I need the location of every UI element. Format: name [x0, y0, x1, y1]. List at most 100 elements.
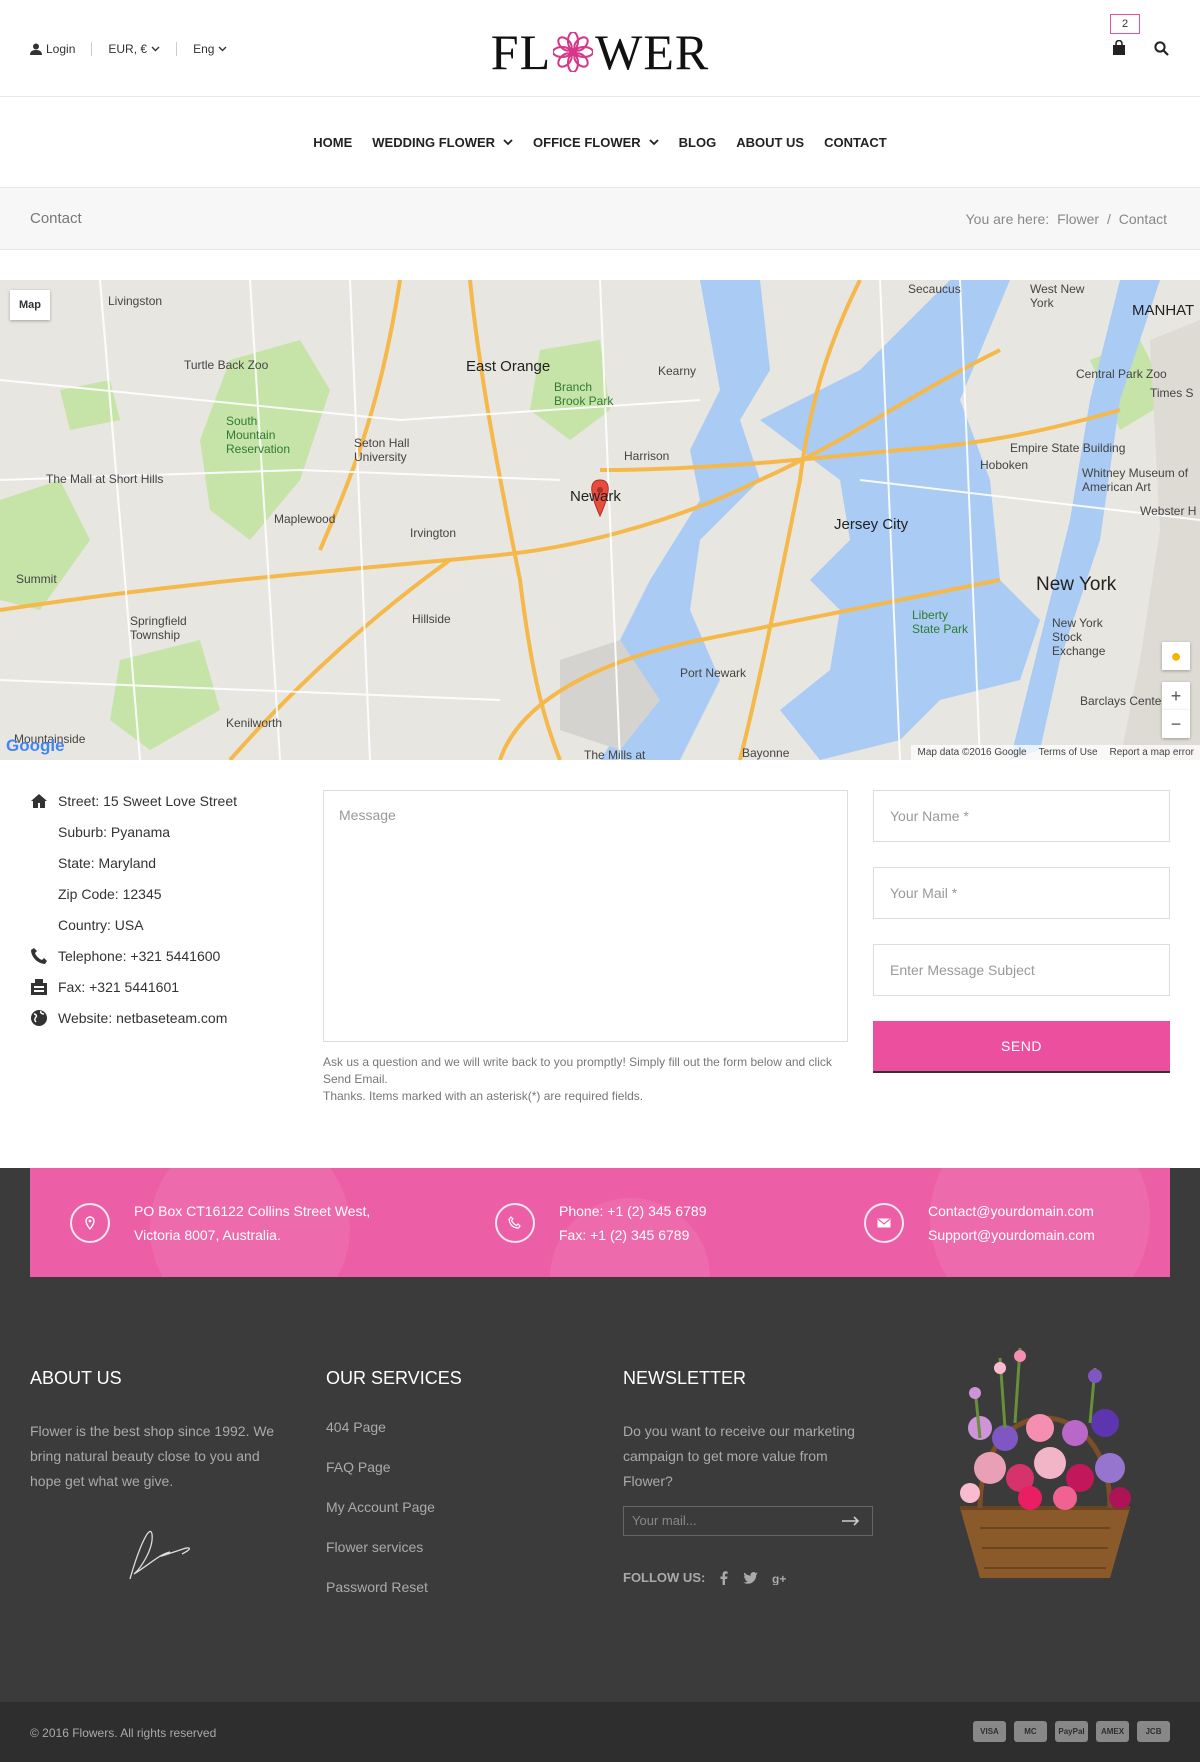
mastercard-icon: MC	[1014, 1721, 1047, 1742]
svg-text:g+: g+	[772, 1572, 786, 1585]
copyright: © 2016 Flowers. All rights reserved	[30, 1726, 217, 1740]
map-label: Jersey City	[834, 516, 909, 533]
currency-select[interactable]: EUR, €	[108, 42, 160, 56]
nav-item-about-us[interactable]: ABOUT US	[736, 135, 804, 150]
phone-icon	[495, 1202, 535, 1243]
info-country: Country: USA	[30, 914, 290, 945]
nav-label: OFFICE FLOWER	[533, 134, 641, 150]
visa-icon: VISA	[973, 1721, 1006, 1742]
about-text: Flower is the best shop since 1992. We b…	[30, 1423, 275, 1489]
nav-label: WEDDING FLOWER	[372, 134, 496, 150]
shopping-bag-icon[interactable]	[1112, 40, 1126, 55]
fax-line: Fax: +1 (2) 345 6789	[559, 1226, 690, 1243]
email-line[interactable]: Support@yourdomain.com	[928, 1223, 1095, 1247]
form-note-line: Thanks. Items marked with an asterisk(*)…	[323, 1089, 644, 1103]
map-label: Webster H	[1140, 504, 1197, 518]
map-label: Bayonne	[742, 746, 790, 760]
map-label: Branch Brook Park	[554, 380, 614, 408]
flower-logo-icon	[553, 32, 594, 72]
envelope-icon	[864, 1202, 904, 1243]
email-line[interactable]: Contact@yourdomain.com	[928, 1199, 1095, 1223]
fax-icon	[31, 979, 47, 995]
map-label: East Orange	[466, 358, 551, 375]
map-label: Irvington	[410, 526, 457, 540]
breadcrumb-separator: /	[1106, 211, 1111, 227]
breadcrumb-home-link[interactable]: Flower	[1057, 211, 1099, 227]
terms-of-use-link[interactable]: Terms of Use	[1039, 747, 1098, 758]
service-link[interactable]: Flower services	[326, 1539, 576, 1579]
main-nav: HOME WEDDING FLOWER OFFICE FLOWER BLOG A…	[0, 97, 1200, 188]
subject-field[interactable]: Enter Message Subject	[873, 944, 1170, 996]
twitter-icon[interactable]	[743, 1571, 759, 1584]
map-label: New York	[1036, 574, 1117, 595]
search-icon[interactable]	[1154, 41, 1169, 56]
info-zip: Zip Code: 12345	[30, 883, 290, 914]
breadcrumb-prefix: You are here:	[965, 211, 1050, 227]
map-type-button[interactable]: Map	[10, 290, 50, 320]
report-map-error-link[interactable]: Report a map error	[1110, 747, 1194, 758]
service-link[interactable]: 404 Page	[326, 1419, 576, 1459]
map-label: Springfield Township	[130, 614, 187, 642]
message-textarea[interactable]: Message	[323, 790, 848, 1042]
facebook-icon[interactable]	[719, 1570, 729, 1585]
contact-info: Street: 15 Sweet Love Street Suburb: Pya…	[30, 790, 290, 1038]
google-plus-icon[interactable]: g+	[772, 1571, 787, 1585]
zoom-in-button[interactable]: +	[1162, 682, 1190, 710]
info-text: Suburb: Pyanama	[58, 824, 171, 840]
arrow-right-icon[interactable]	[842, 1516, 860, 1526]
nav-item-home[interactable]: HOME	[313, 135, 352, 150]
amex-icon: AMEX	[1096, 1721, 1129, 1742]
map-label: Seton Hall University	[354, 436, 410, 464]
follow-label: FOLLOW US:	[623, 1570, 706, 1585]
currency-value: EUR, €	[108, 42, 148, 56]
chevron-down-icon	[649, 138, 659, 145]
newsletter-input[interactable]: Your mail...	[623, 1506, 873, 1536]
breadcrumb-current: Contact	[1118, 211, 1167, 227]
service-link[interactable]: Password Reset	[326, 1579, 576, 1619]
address-line: PO Box CT16122 Collins Street West,	[134, 1202, 371, 1219]
nav-item-office-flower[interactable]: OFFICE FLOWER	[533, 135, 659, 150]
login-link[interactable]: Login	[30, 42, 75, 56]
zoom-out-button[interactable]: −	[1162, 710, 1190, 738]
footer-heading: NEWSLETTER	[623, 1368, 747, 1388]
google-logo: Google	[6, 736, 65, 755]
home-icon	[31, 794, 47, 808]
nav-item-blog[interactable]: BLOG	[679, 135, 717, 150]
footer-email: Contact@yourdomain.com Support@yourdomain…	[864, 1168, 1095, 1277]
map-label: Secaucus	[908, 282, 961, 296]
info-text: Telephone: +321 5441600	[58, 948, 221, 964]
nav-item-wedding-flower[interactable]: WEDDING FLOWER	[372, 135, 513, 150]
phone-icon	[31, 948, 47, 964]
pegman-icon[interactable]: ●	[1162, 642, 1190, 670]
email-field[interactable]: Your Mail *	[873, 867, 1170, 919]
footer-heading: ABOUT US	[30, 1368, 122, 1388]
paypal-icon: PayPal	[1055, 1721, 1088, 1742]
map-label: Hoboken	[980, 458, 1029, 472]
google-map[interactable]: Map Livingston Turtle Back Zoo East Oran…	[0, 280, 1200, 760]
language-select[interactable]: Eng	[193, 42, 227, 56]
map-label: Whitney Museum of American Art	[1082, 466, 1189, 494]
footer-address: PO Box CT16122 Collins Street West, Victo…	[70, 1168, 370, 1277]
site-logo[interactable]: FL WER	[490, 24, 710, 80]
nav-item-contact[interactable]: CONTACT	[824, 135, 887, 150]
chevron-down-icon	[218, 46, 227, 52]
nav-label: BLOG	[678, 134, 717, 150]
footer-about: ABOUT US Flower is the best shop since 1…	[30, 1368, 280, 1589]
info-suburb: Suburb: Pyanama	[30, 821, 290, 852]
name-field[interactable]: Your Name *	[873, 790, 1170, 842]
service-link[interactable]: FAQ Page	[326, 1459, 576, 1499]
signature-image	[129, 1530, 190, 1580]
map-label: Harrison	[624, 449, 670, 463]
login-label: Login	[46, 42, 76, 56]
info-website: Website: netbaseteam.com	[30, 1007, 290, 1038]
map-label: Central Park Zoo	[1076, 367, 1167, 381]
send-button[interactable]: SEND	[873, 1021, 1170, 1073]
form-note: Ask us a question and we will write back…	[323, 1054, 853, 1105]
map-label: Livingston	[108, 294, 163, 308]
language-value: Eng	[193, 42, 215, 56]
info-telephone: Telephone: +321 5441600	[30, 945, 290, 976]
info-text[interactable]: Website: netbaseteam.com	[58, 1010, 227, 1026]
info-text: State: Maryland	[58, 855, 157, 871]
service-link[interactable]: My Account Page	[326, 1499, 576, 1539]
flower-basket-image	[960, 1347, 1131, 1578]
